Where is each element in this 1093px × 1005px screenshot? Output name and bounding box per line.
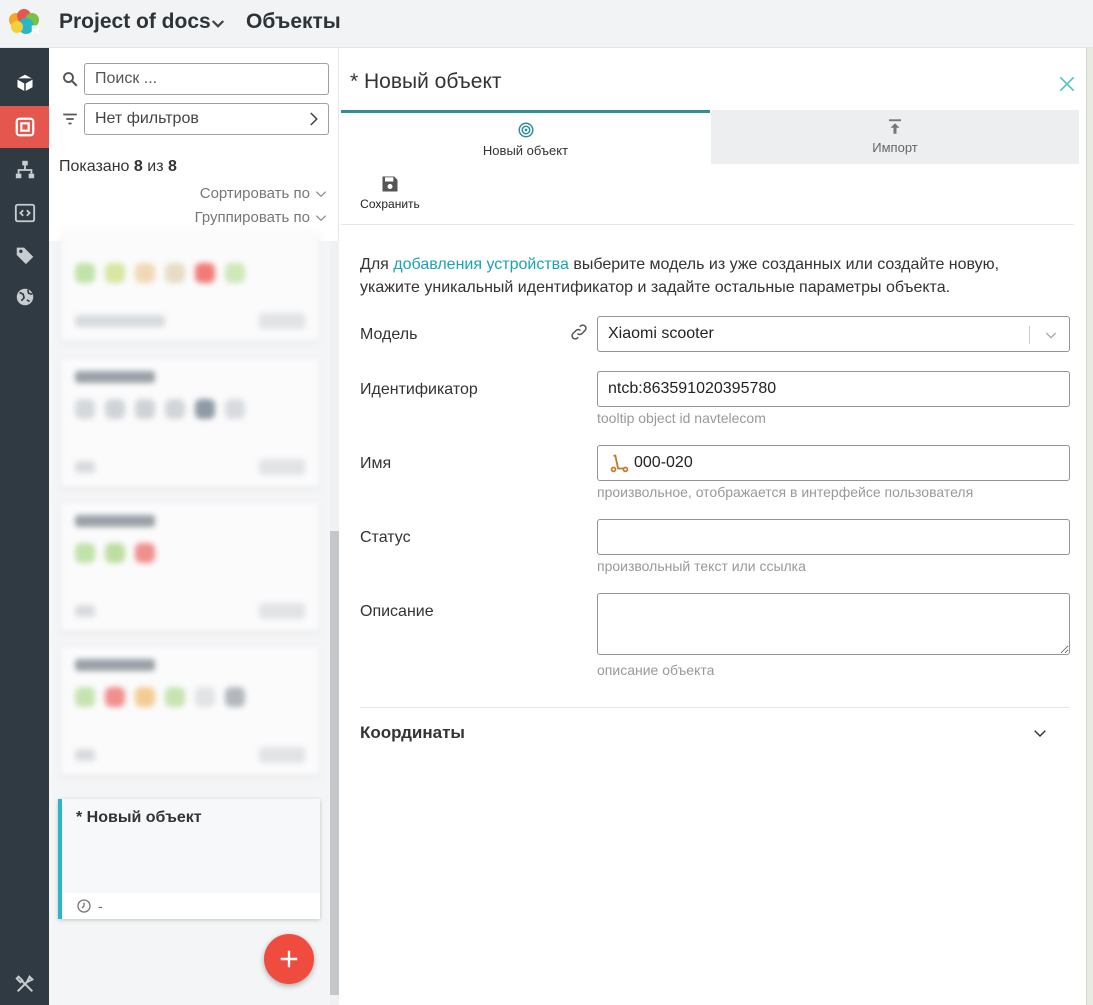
globe-icon	[16, 288, 33, 306]
nav-rail	[0, 48, 49, 1005]
map-edge	[1086, 48, 1093, 1005]
tab-new-object-label: Новый объект	[482, 143, 569, 158]
list-item[interactable]	[61, 647, 319, 775]
chevron-down-icon	[1045, 332, 1057, 339]
nav-objects[interactable]	[0, 106, 49, 148]
tools-icon	[14, 974, 34, 993]
hierarchy-icon	[15, 160, 34, 179]
nav-models[interactable]	[0, 62, 49, 104]
tab-new-object[interactable]: Новый объект	[341, 110, 710, 164]
tab-import[interactable]: Импорт	[711, 110, 1079, 164]
chevron-down-icon	[315, 190, 327, 197]
editor-title: * Новый объект	[350, 70, 502, 93]
nav-hierarchy[interactable]	[0, 149, 49, 191]
scooter-icon	[610, 454, 629, 473]
model-label: Модель	[360, 326, 418, 343]
link-icon[interactable]	[570, 323, 588, 341]
list-item[interactable]	[61, 359, 319, 487]
group-by-button[interactable]: Группировать по	[195, 209, 328, 226]
status-label: Статус	[360, 529, 411, 546]
filter-selector[interactable]: Нет фильтров	[84, 103, 329, 135]
save-button-label: Сохранить	[360, 197, 420, 211]
plus-icon	[280, 950, 298, 968]
name-hint: произвольное, отображается в интерфейсе …	[597, 484, 974, 500]
objects-icon	[15, 117, 34, 137]
scroll-thumb[interactable]	[330, 531, 339, 995]
add-device-link[interactable]: добавления устройства	[393, 256, 569, 273]
description-textarea[interactable]	[597, 593, 1070, 655]
sort-by-button[interactable]: Сортировать по	[200, 185, 328, 202]
description-label: Описание	[360, 603, 434, 620]
name-input-value: 000-020	[634, 454, 693, 471]
model-select-value: Xiaomi scooter	[608, 325, 714, 342]
page-title: Объекты	[246, 10, 341, 33]
intro-text: Для добавления устройства выберите модел…	[360, 256, 1000, 296]
top-bar: R Project of docs Объекты	[0, 0, 1093, 48]
list-item[interactable]	[61, 231, 319, 341]
status-input[interactable]	[597, 519, 1070, 555]
nav-tools[interactable]	[0, 963, 49, 1005]
upload-icon	[889, 119, 901, 134]
new-object-card[interactable]: * Новый объект -	[58, 799, 320, 919]
nav-tags[interactable]	[0, 234, 49, 276]
clock-icon	[77, 899, 91, 913]
search-input[interactable]	[84, 63, 329, 95]
list-scrollbar[interactable]	[330, 241, 339, 1005]
chevron-down-icon	[315, 214, 327, 221]
identifier-hint: tooltip object id navtelecom	[597, 410, 766, 426]
app-logo[interactable]: R	[4, 6, 46, 40]
add-object-button[interactable]	[264, 934, 314, 984]
svg-text:R: R	[31, 23, 40, 37]
chevron-right-icon	[310, 112, 318, 126]
identifier-input[interactable]	[597, 371, 1070, 407]
target-icon	[518, 122, 533, 138]
close-icon[interactable]	[1057, 74, 1077, 94]
section-divider	[360, 707, 1070, 708]
tag-icon	[16, 247, 33, 265]
list-item[interactable]	[61, 503, 319, 631]
code-icon	[14, 203, 35, 223]
search-icon	[63, 72, 78, 87]
nav-globe[interactable]	[0, 276, 49, 318]
project-title[interactable]: Project of docs	[59, 10, 211, 34]
shown-count: Показано 8 из 8	[59, 158, 177, 175]
identifier-label: Идентификатор	[360, 381, 478, 398]
toolbar-divider	[341, 224, 1074, 225]
floppy-disk-icon	[382, 176, 398, 192]
status-hint: произвольный текст или ссылка	[597, 558, 806, 574]
chevron-down-icon[interactable]	[1031, 724, 1049, 742]
objects-list-panel: Нет фильтров Показано 8 из 8 Сортировать…	[49, 48, 339, 1005]
filter-text: Нет фильтров	[95, 110, 199, 127]
tab-import-label: Импорт	[872, 140, 918, 155]
cube-icon	[15, 72, 34, 94]
coordinates-section-header[interactable]: Координаты	[360, 723, 465, 743]
description-hint: описание объекта	[597, 662, 715, 678]
name-input[interactable]: 000-020	[597, 445, 1070, 481]
new-object-card-time: -	[98, 898, 103, 914]
chevron-down-icon[interactable]	[209, 15, 227, 33]
object-editor: * Новый объект Новый объект Импорт Сохра…	[341, 48, 1086, 1005]
model-select[interactable]: Xiaomi scooter	[597, 316, 1070, 352]
nav-code[interactable]	[0, 192, 49, 234]
name-label: Имя	[360, 455, 392, 472]
save-button[interactable]: Сохранить	[355, 174, 425, 214]
new-object-card-title: * Новый объект	[76, 809, 202, 826]
filter-icon	[63, 113, 77, 125]
